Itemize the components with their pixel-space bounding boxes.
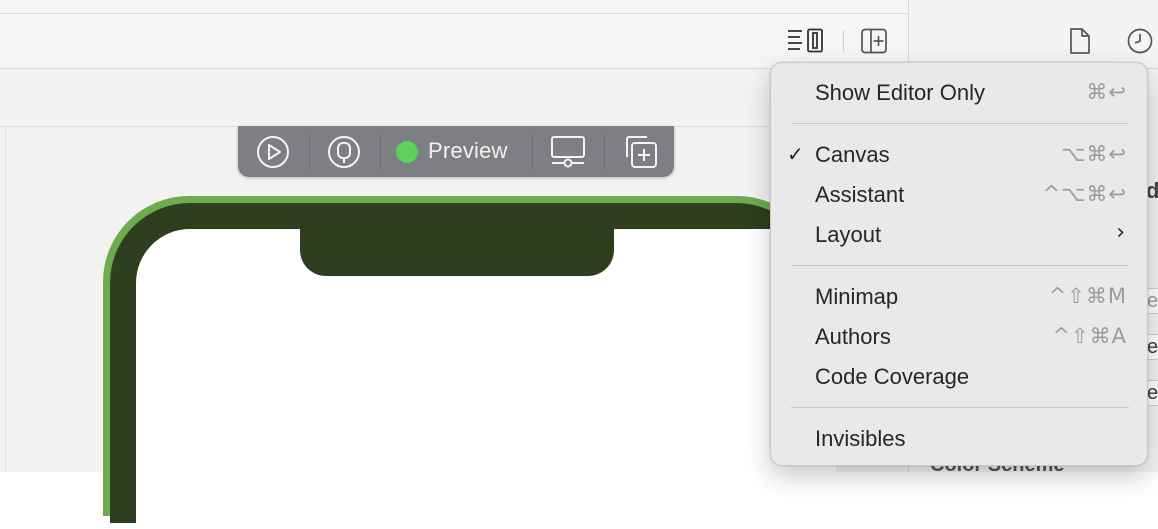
preview-separator [380,134,381,169]
device-settings-icon[interactable] [549,134,587,170]
checkmark-icon: ✓ [787,144,804,166]
menu-separator [791,123,1129,124]
menu-item-minimap[interactable]: Minimap ^⇧⌘M [771,279,1147,315]
menu-item-layout[interactable]: Layout › [771,217,1147,253]
menu-item-label: Show Editor Only [815,80,985,105]
menu-item-authors[interactable]: Authors ^⇧⌘A [771,319,1147,355]
menu-item-shortcut: ⌥⌘↩ [1061,142,1127,166]
live-preview-icon[interactable] [255,134,291,170]
menu-item-canvas[interactable]: ✓ Canvas ⌥⌘↩ [771,137,1147,173]
selectable-icon[interactable] [326,134,362,170]
menu-separator [791,407,1129,408]
file-inspector-icon[interactable] [1068,27,1092,55]
menu-item-label: Minimap [815,284,899,309]
window-top-strip [0,0,908,14]
menu-item-label: Layout [815,222,882,247]
preview-separator [309,134,310,169]
duplicate-preview-icon[interactable] [621,133,659,171]
preview-toolbar: Preview [238,126,674,177]
editor-options-menu: Show Editor Only ⌘↩ ✓ Canvas ⌥⌘↩ Assista… [770,62,1148,466]
menu-item-shortcut: ^⇧⌘A [1052,324,1127,348]
preview-separator [604,134,605,169]
menu-item-shortcut: ⌘↩ [1086,80,1127,104]
menu-item-code-coverage[interactable]: Code Coverage [771,359,1147,395]
preview-status-indicator [396,141,418,163]
menu-item-invisibles[interactable]: Invisibles [771,421,1147,457]
toolbar-separator [843,30,844,52]
menu-item-shortcut: ^⌥⌘↩ [1042,182,1127,206]
chevron-right-icon: › [1116,220,1125,245]
device-notch [300,222,614,276]
menu-item-show-editor-only[interactable]: Show Editor Only ⌘↩ [771,75,1147,111]
menu-separator [791,265,1129,266]
preview-separator [532,134,533,169]
menu-item-label: Invisibles [815,426,906,451]
menu-item-shortcut: ^⇧⌘M [1048,284,1127,308]
editor-options-icon[interactable] [786,28,826,54]
menu-item-assistant[interactable]: Assistant ^⌥⌘↩ [771,177,1147,213]
add-editor-icon[interactable] [860,28,888,54]
canvas-divider [5,127,6,472]
menu-item-label: Authors [815,324,891,349]
editor-toolbar [0,14,908,69]
menu-item-label: Code Coverage [815,364,970,389]
menu-item-label: Assistant [815,182,905,207]
menu-item-label: Canvas [815,142,890,167]
history-icon[interactable] [1126,27,1154,55]
preview-label[interactable]: Preview [428,138,508,164]
